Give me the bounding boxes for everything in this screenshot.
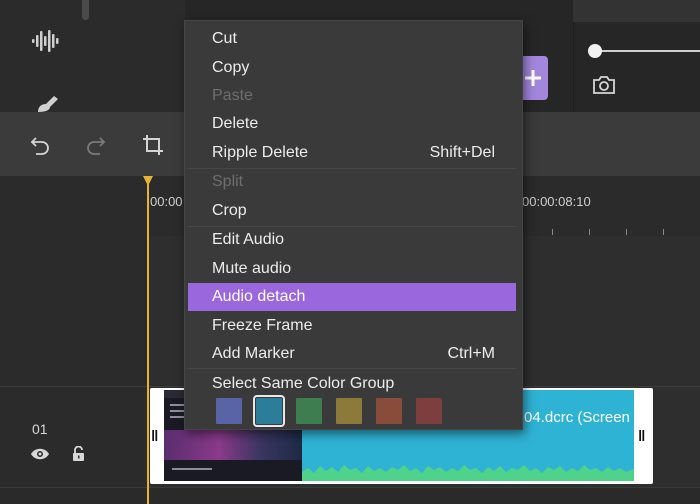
menu-item-label: Edit Audio bbox=[212, 231, 285, 248]
ruler-time-label: 00:00 bbox=[150, 194, 183, 209]
menu-item-mute-audio[interactable]: Mute audio bbox=[188, 255, 516, 283]
menu-item-add-marker[interactable]: Add Marker Ctrl+M bbox=[188, 340, 516, 368]
ruler-tick bbox=[663, 229, 664, 235]
playhead[interactable] bbox=[147, 176, 149, 504]
menu-separator bbox=[188, 368, 516, 369]
track-number: 01 bbox=[32, 421, 48, 437]
menu-item-label: Delete bbox=[212, 115, 259, 132]
eye-icon[interactable] bbox=[30, 447, 50, 461]
clip-trim-handle-left[interactable]: ‖ bbox=[151, 428, 158, 445]
menu-item-label: Copy bbox=[212, 59, 250, 76]
redo-icon[interactable] bbox=[84, 133, 108, 157]
color-swatch-maroon[interactable] bbox=[416, 398, 442, 424]
menu-item-delete[interactable]: Delete bbox=[188, 110, 516, 138]
camera-icon[interactable] bbox=[592, 75, 616, 95]
menu-item-select-same-color-group[interactable]: Select Same Color Group bbox=[188, 370, 516, 398]
plus-icon bbox=[525, 70, 541, 86]
clip-trim-handle-right[interactable]: ‖ bbox=[638, 428, 645, 445]
menu-item-cut[interactable]: Cut bbox=[188, 25, 516, 53]
menu-item-label: Select Same Color Group bbox=[212, 375, 395, 392]
menu-item-label: Audio detach bbox=[212, 288, 306, 305]
color-swatch-blue[interactable] bbox=[216, 398, 242, 424]
timeline-scrollbar[interactable] bbox=[0, 487, 700, 504]
track-headers-panel bbox=[0, 176, 148, 386]
color-swatch-teal[interactable] bbox=[253, 395, 285, 427]
ruler-tick bbox=[589, 229, 590, 235]
menu-item-label: Add Marker bbox=[212, 345, 295, 362]
menu-item-shortcut: Ctrl+M bbox=[447, 345, 495, 362]
menu-item-label: Mute audio bbox=[212, 260, 292, 277]
menu-item-label: Paste bbox=[212, 87, 253, 104]
menu-item-label: Split bbox=[212, 173, 244, 190]
audio-waveform-icon[interactable] bbox=[30, 28, 62, 54]
menu-separator bbox=[188, 226, 516, 227]
ruler-time-label: 00:00:08:10 bbox=[522, 194, 591, 209]
color-swatch-green[interactable] bbox=[296, 398, 322, 424]
preview-slider-track[interactable] bbox=[598, 50, 700, 52]
clip-audio-waveform bbox=[302, 465, 634, 481]
left-panel bbox=[0, 0, 185, 112]
ruler-tick bbox=[552, 229, 553, 235]
menu-item-shortcut: Shift+Del bbox=[429, 144, 495, 161]
undo-icon[interactable] bbox=[28, 133, 52, 157]
menu-item-label: Cut bbox=[212, 30, 237, 47]
preview-slider-knob[interactable] bbox=[588, 44, 602, 58]
clip-name: 04.dcrc (Screen bbox=[524, 409, 630, 426]
menu-item-split[interactable]: Split bbox=[188, 168, 516, 196]
menu-item-label: Freeze Frame bbox=[212, 317, 313, 334]
unlock-icon[interactable] bbox=[71, 446, 87, 462]
menu-item-crop[interactable]: Crop bbox=[188, 197, 516, 225]
menu-item-label: Crop bbox=[212, 202, 247, 219]
track-header bbox=[0, 387, 148, 487]
ruler-tick bbox=[626, 229, 627, 235]
menu-separator bbox=[188, 168, 516, 169]
menu-item-freeze-frame[interactable]: Freeze Frame bbox=[188, 312, 516, 340]
menu-item-label: Ripple Delete bbox=[212, 144, 309, 161]
menu-item-ripple-delete[interactable]: Ripple Delete Shift+Del bbox=[188, 139, 516, 167]
color-swatch-rust[interactable] bbox=[376, 398, 402, 424]
preview-area bbox=[573, 0, 700, 22]
menu-item-copy[interactable]: Copy bbox=[188, 54, 516, 82]
scrollbar-thumb[interactable] bbox=[82, 0, 89, 20]
color-swatch-olive[interactable] bbox=[336, 398, 362, 424]
menu-item-audio-detach[interactable]: Audio detach bbox=[188, 283, 516, 311]
brush-icon[interactable] bbox=[34, 94, 60, 112]
menu-item-edit-audio[interactable]: Edit Audio bbox=[188, 226, 516, 254]
crop-icon[interactable] bbox=[141, 133, 165, 157]
menu-item-paste[interactable]: Paste bbox=[188, 82, 516, 110]
